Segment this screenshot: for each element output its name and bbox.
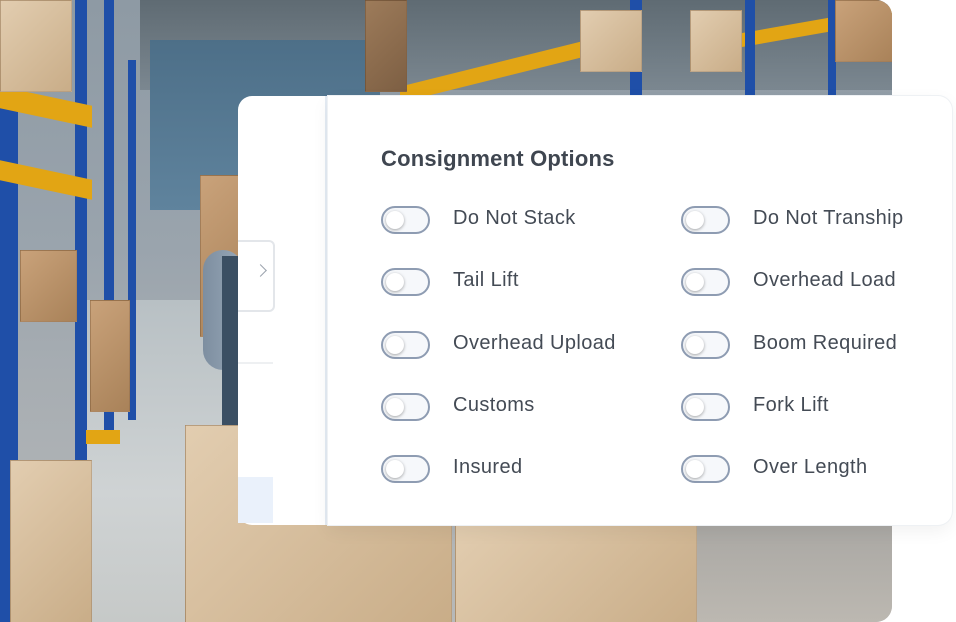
option-label: Overhead Load: [753, 269, 897, 291]
divider-line: [238, 362, 273, 364]
toggle-knob: [386, 460, 404, 478]
cardboard-box: [835, 0, 892, 62]
toggle-switch[interactable]: [681, 206, 730, 234]
toggle-knob: [386, 336, 404, 354]
option-label: Fork Lift: [753, 394, 829, 416]
toggle-knob: [386, 398, 404, 416]
cardboard-box: [690, 10, 742, 72]
toggle-knob: [686, 273, 704, 291]
consignment-options-panel: Consignment Options Do Not Stack Tail Li…: [328, 96, 952, 525]
rack-upright: [75, 0, 87, 460]
cardboard-box: [455, 520, 697, 622]
toggle-switch[interactable]: [681, 393, 730, 421]
option-label: Boom Required: [753, 332, 898, 354]
cardboard-box: [20, 250, 77, 322]
rack-upright: [745, 0, 755, 96]
rack-beam: [86, 430, 120, 444]
toggle-knob: [686, 211, 704, 229]
toggle-switch[interactable]: [381, 455, 430, 483]
toggle-knob: [686, 398, 704, 416]
highlighted-row: [238, 477, 273, 523]
cardboard-box: [90, 300, 130, 412]
option-label: Customs: [453, 394, 535, 416]
option-label: Do Not Tranship: [753, 207, 904, 229]
cardboard-box: [365, 0, 407, 92]
toggle-switch[interactable]: [381, 393, 430, 421]
toggle-switch[interactable]: [681, 331, 730, 359]
option-label: Over Length: [753, 456, 868, 478]
background-form-card: [238, 96, 328, 525]
toggle-switch[interactable]: [381, 268, 430, 296]
cardboard-box: [0, 0, 72, 92]
toggle-switch[interactable]: [681, 455, 730, 483]
cardboard-box: [580, 10, 642, 72]
toggle-knob: [386, 273, 404, 291]
toggle-knob: [686, 460, 704, 478]
panel-title: Consignment Options: [381, 146, 615, 171]
toggle-knob: [386, 211, 404, 229]
dropdown-field[interactable]: [238, 240, 275, 312]
warehouse-floor-right: [690, 520, 892, 622]
toggle-knob: [686, 336, 704, 354]
cardboard-box: [10, 460, 92, 622]
option-label: Overhead Upload: [453, 332, 616, 354]
toggle-switch[interactable]: [381, 206, 430, 234]
toggle-switch[interactable]: [381, 331, 430, 359]
option-label: Do Not Stack: [453, 207, 576, 229]
option-label: Tail Lift: [453, 269, 519, 291]
option-label: Insured: [453, 456, 523, 478]
toggle-switch[interactable]: [681, 268, 730, 296]
